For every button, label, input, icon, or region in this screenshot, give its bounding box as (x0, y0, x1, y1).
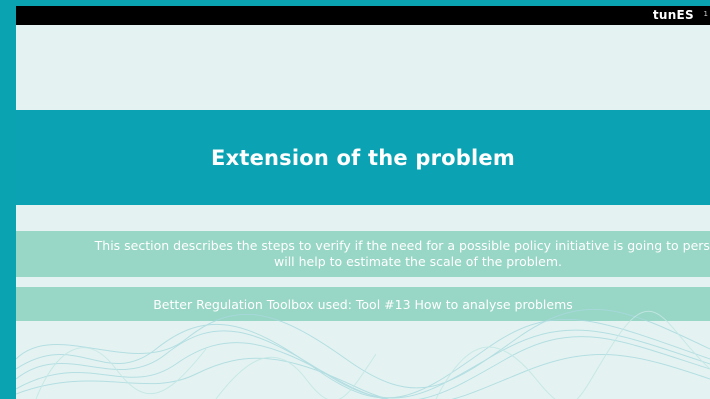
slide: tunES 1 Extension of the problem This se… (16, 6, 710, 399)
page-number: 1 (703, 10, 708, 18)
description-text: This section describes the steps to veri… (16, 238, 710, 270)
description-line-2: will help to estimate the scale of the p… (274, 254, 562, 269)
decorative-waves (16, 309, 710, 399)
title-band: Extension of the problem (16, 110, 710, 205)
description-line-1: This section describes the steps to veri… (94, 238, 710, 253)
description-band: This section describes the steps to veri… (16, 231, 710, 277)
slide-title: Extension of the problem (211, 145, 515, 170)
top-bar: tunES 1 (16, 6, 710, 25)
tunes-logo: tunES (652, 8, 694, 22)
